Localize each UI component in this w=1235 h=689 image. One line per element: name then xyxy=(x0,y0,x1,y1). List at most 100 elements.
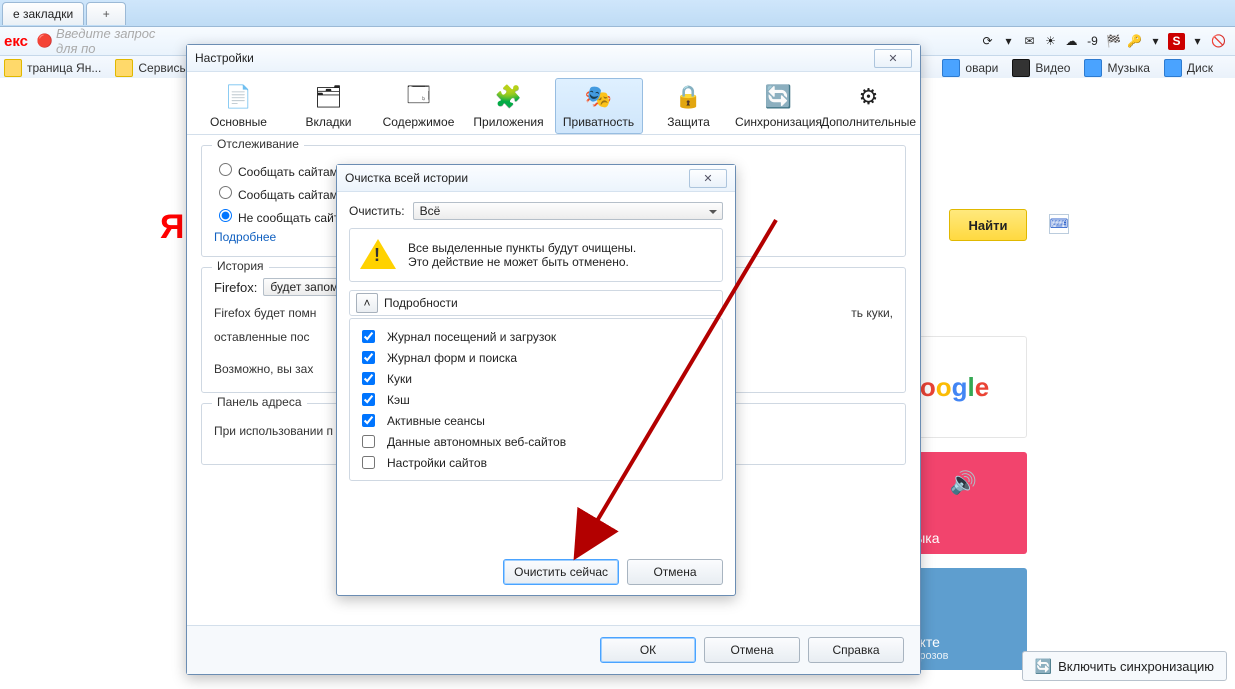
weather-cloud-icon: ☁ xyxy=(1063,33,1080,50)
radio-label: Сообщать сайтам xyxy=(238,165,338,179)
bookmark-item[interactable]: овари xyxy=(942,59,998,77)
bookmark-item[interactable]: Диск xyxy=(1164,59,1213,77)
clear-now-button[interactable]: Очистить сейчас xyxy=(503,559,619,585)
sync-icon: 🔄 xyxy=(763,81,795,113)
close-button[interactable]: ✕ xyxy=(874,49,912,68)
more-icon[interactable]: ▾ xyxy=(1189,33,1206,50)
settings-tab-privacy[interactable]: 🎭 Приватность xyxy=(555,78,643,134)
settings-tab-advanced[interactable]: ⚙Дополнительные xyxy=(825,78,913,134)
bookmark-item[interactable]: Видео xyxy=(1012,59,1070,77)
close-button[interactable]: ✕ xyxy=(689,169,727,188)
bookmark-item[interactable]: траница Ян... xyxy=(4,59,101,77)
dialog-title: Настройки xyxy=(195,51,254,65)
chevron-up-icon: ˄ xyxy=(356,293,378,313)
enable-sync-button[interactable]: 🔄 Включить синхронизацию xyxy=(1022,651,1227,681)
clear-item-label: Настройки сайтов xyxy=(387,456,487,470)
settings-tab-main[interactable]: 📄 Основные xyxy=(195,78,283,134)
settings-tab-security[interactable]: 🔒 Защита xyxy=(645,78,733,134)
advanced-icon: ⚙ xyxy=(853,81,885,113)
plus-icon: + xyxy=(103,7,110,21)
sync-icon: 🔄 xyxy=(1035,658,1052,675)
bookmark-label: Музыка xyxy=(1107,61,1149,75)
folder-icon xyxy=(115,59,133,77)
search-button[interactable]: Найти xyxy=(949,209,1027,241)
tab-label: Содержимое xyxy=(383,115,455,129)
sync-label: Включить синхронизацию xyxy=(1058,659,1214,674)
settings-footer: ОК Отмена Справка xyxy=(187,625,920,674)
cancel-button[interactable]: Отмена xyxy=(704,637,800,663)
settings-tab-apps[interactable]: 🧩 Приложения xyxy=(465,78,553,134)
dialog-title: Очистка всей истории xyxy=(345,171,468,185)
engine-icon: 🔴 xyxy=(36,32,54,50)
bookmark-label: Диск xyxy=(1187,61,1213,75)
security-icon: 🔒 xyxy=(673,81,705,113)
clear-item[interactable]: Кэш xyxy=(358,390,714,409)
dropdown-icon[interactable]: ▾ xyxy=(1000,33,1017,50)
close-icon: ✕ xyxy=(888,52,897,65)
radio-label: Сообщать сайтам xyxy=(238,188,338,202)
tab-label: Приватность xyxy=(563,115,634,129)
search-placeholder: Введите запрос для по xyxy=(56,26,166,56)
help-button[interactable]: Справка xyxy=(808,637,904,663)
browser-tab-strip: е закладки + xyxy=(0,0,1235,27)
warning-icon xyxy=(360,239,396,271)
new-tab-button[interactable]: + xyxy=(86,2,126,25)
clear-item[interactable]: Активные сеансы xyxy=(358,411,714,430)
clear-items-list: Журнал посещений и загрузок Журнал форм и… xyxy=(349,318,723,481)
details-header[interactable]: ˄ Подробности xyxy=(349,290,723,316)
reload-icon[interactable]: ⟳ xyxy=(979,33,996,50)
ok-button[interactable]: ОК xyxy=(600,637,696,663)
tab-label: Синхронизация xyxy=(735,115,822,129)
tab-label: Защита xyxy=(667,115,710,129)
bookmark-label: Видео xyxy=(1035,61,1070,75)
warning-line: Это действие не может быть отменено. xyxy=(408,255,636,269)
clear-history-dialog: Очистка всей истории ✕ Очистить: Всё Все… xyxy=(336,164,736,596)
clear-item-label: Журнал форм и поиска xyxy=(387,351,517,365)
clear-item[interactable]: Данные автономных веб-сайтов xyxy=(358,432,714,451)
warning-box: Все выделенные пункты будут очищены. Это… xyxy=(349,228,723,282)
clear-item[interactable]: Журнал форм и поиска xyxy=(358,348,714,367)
main-icon: 📄 xyxy=(223,81,255,113)
close-icon: ✕ xyxy=(703,172,712,185)
settings-tab-tabs[interactable]: 🗂Вкладки xyxy=(285,78,373,134)
tab-label: Дополнительные xyxy=(821,115,916,129)
adblock-icon[interactable]: 🚫 xyxy=(1210,33,1227,50)
settings-tab-content[interactable]: 🗔Содержимое xyxy=(375,78,463,134)
tab-label: Основные xyxy=(210,115,267,129)
dialog-titlebar[interactable]: Очистка всей истории ✕ xyxy=(337,165,735,192)
settings-tab-sync[interactable]: 🔄 Синхронизация xyxy=(735,78,823,134)
dialog-titlebar[interactable]: Настройки ✕ xyxy=(187,45,920,72)
clear-item[interactable]: Куки xyxy=(358,369,714,388)
cancel-button[interactable]: Отмена xyxy=(627,559,723,585)
warning-line: Все выделенные пункты будут очищены. xyxy=(408,241,636,255)
bookmark-label: траница Ян... xyxy=(27,61,101,75)
history-label: Firefox: xyxy=(214,280,257,295)
range-select[interactable]: Всё xyxy=(413,202,723,220)
clear-item[interactable]: Журнал посещений и загрузок xyxy=(358,327,714,346)
temperature-label: -9 xyxy=(1084,33,1101,50)
bookmark-label: овари xyxy=(965,61,998,75)
flag-icon[interactable]: 🏁 xyxy=(1105,33,1122,50)
s-badge-icon[interactable]: S xyxy=(1168,33,1185,50)
tab-label: Вкладки xyxy=(305,115,351,129)
privacy-icon: 🎭 xyxy=(583,81,615,113)
tab-label: Приложения xyxy=(473,115,543,129)
browser-tab[interactable]: е закладки xyxy=(2,2,84,25)
apps-icon: 🧩 xyxy=(493,81,525,113)
disk-icon xyxy=(1164,59,1182,77)
clear-item-label: Данные автономных веб-сайтов xyxy=(387,435,566,449)
group-legend: Панель адреса xyxy=(212,395,307,409)
clear-item-label: Активные сеансы xyxy=(387,414,485,428)
mail-icon[interactable]: ✉ xyxy=(1021,33,1038,50)
search-button-label: Найти xyxy=(969,218,1008,233)
play-icon xyxy=(1012,59,1030,77)
group-legend: Отслеживание xyxy=(212,137,304,151)
keyboard-icon[interactable]: ⌨ xyxy=(1049,214,1069,234)
google-logo: oogle xyxy=(920,372,989,403)
key-icon[interactable]: 🔑 xyxy=(1126,33,1143,50)
tracking-more-link[interactable]: Подробнее xyxy=(214,230,276,244)
music-icon xyxy=(1084,59,1102,77)
bookmark-item[interactable]: Музыка xyxy=(1084,59,1149,77)
clear-item[interactable]: Настройки сайтов xyxy=(358,453,714,472)
extension-icon[interactable]: ▾ xyxy=(1147,33,1164,50)
